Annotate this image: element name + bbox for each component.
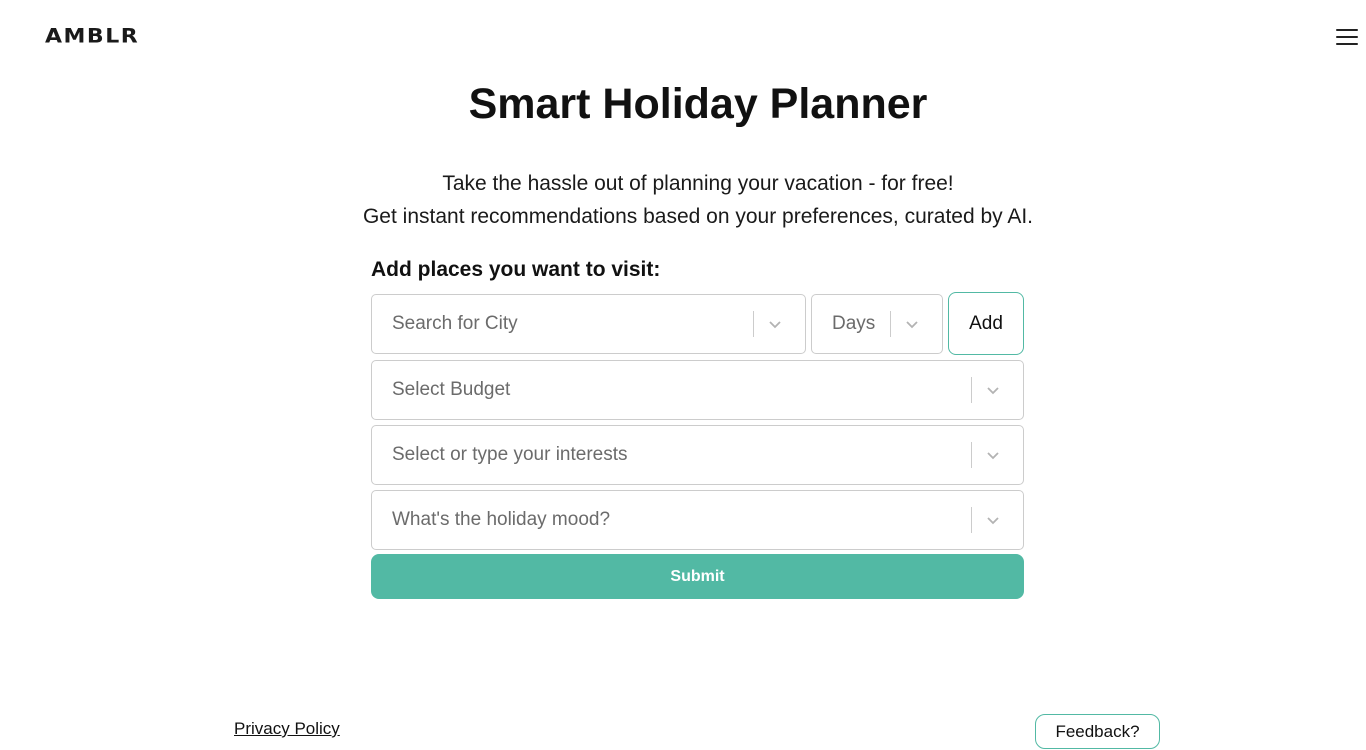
select-separator bbox=[971, 507, 972, 533]
feedback-button[interactable]: Feedback? bbox=[1035, 714, 1160, 749]
chevron-down-icon[interactable] bbox=[985, 512, 1001, 528]
form-label: Add places you want to visit: bbox=[371, 258, 661, 281]
add-place-button[interactable]: Add bbox=[948, 292, 1024, 355]
interests-select[interactable]: Select or type your interests bbox=[371, 425, 1024, 485]
chevron-down-icon[interactable] bbox=[985, 447, 1001, 463]
subtitle-line-2: Get instant recommendations based on you… bbox=[362, 205, 1034, 228]
menu-bar bbox=[1336, 36, 1358, 38]
logo[interactable]: AMBLR bbox=[45, 25, 139, 48]
mood-placeholder: What's the holiday mood? bbox=[392, 509, 611, 530]
select-separator bbox=[971, 377, 972, 403]
privacy-policy-link[interactable]: Privacy Policy bbox=[234, 719, 340, 739]
city-search-select[interactable]: Search for City bbox=[371, 294, 806, 354]
budget-select[interactable]: Select Budget bbox=[371, 360, 1024, 420]
days-select[interactable]: Days bbox=[811, 294, 943, 354]
menu-bar bbox=[1336, 29, 1358, 31]
select-separator bbox=[890, 311, 891, 337]
interests-placeholder: Select or type your interests bbox=[392, 444, 628, 465]
submit-button[interactable]: Submit bbox=[371, 554, 1024, 599]
page-title: Smart Holiday Planner bbox=[468, 80, 928, 128]
mood-select[interactable]: What's the holiday mood? bbox=[371, 490, 1024, 550]
menu-bar bbox=[1336, 43, 1358, 45]
city-search-placeholder: Search for City bbox=[392, 313, 518, 334]
subtitle-line-1: Take the hassle out of planning your vac… bbox=[442, 172, 954, 195]
chevron-down-icon[interactable] bbox=[767, 316, 783, 332]
chevron-down-icon[interactable] bbox=[985, 382, 1001, 398]
days-placeholder: Days bbox=[832, 313, 876, 334]
select-separator bbox=[753, 311, 754, 337]
budget-placeholder: Select Budget bbox=[392, 379, 511, 400]
hamburger-menu-icon[interactable] bbox=[1336, 27, 1358, 47]
chevron-down-icon[interactable] bbox=[904, 316, 920, 332]
select-separator bbox=[971, 442, 972, 468]
